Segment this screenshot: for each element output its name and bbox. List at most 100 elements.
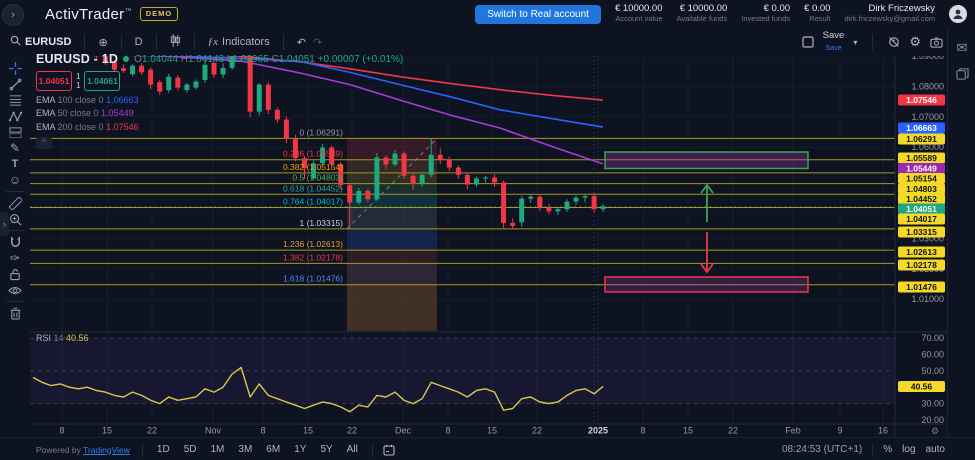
- range-1d[interactable]: 1D: [157, 444, 170, 455]
- person-icon: [952, 8, 964, 20]
- compare-add-button[interactable]: ⊕: [98, 36, 107, 49]
- axis-settings-gear-icon[interactable]: ⚙: [931, 426, 939, 436]
- symbol-search[interactable]: EURUSD: [10, 35, 71, 49]
- crosshair-icon[interactable]: [4, 60, 26, 76]
- magnet-icon[interactable]: [4, 234, 26, 250]
- target-rect-up[interactable]: [605, 152, 808, 169]
- stat-label: Result: [804, 14, 830, 24]
- time-axis-label[interactable]: 22: [347, 426, 357, 436]
- stat-value: € 0.00: [741, 4, 790, 14]
- undo-icon[interactable]: ↶: [297, 36, 306, 49]
- menu-collapse-icon[interactable]: ›: [2, 4, 24, 26]
- candle-body: [465, 175, 470, 185]
- trend-icon[interactable]: [4, 76, 26, 92]
- time-axis-label[interactable]: 8: [59, 426, 64, 436]
- price-badge-text: 1.02178: [906, 260, 937, 270]
- time-axis-label[interactable]: 22: [147, 426, 157, 436]
- layout-icon[interactable]: [802, 36, 814, 48]
- rsi-axis-label: 20.00: [921, 415, 944, 425]
- range-5y[interactable]: 5Y: [320, 444, 332, 455]
- drawpin-icon[interactable]: ✑: [4, 250, 26, 266]
- avatar[interactable]: [949, 5, 967, 23]
- pattern-icon[interactable]: [4, 108, 26, 124]
- time-axis-label[interactable]: 15: [487, 426, 497, 436]
- position-icon[interactable]: [4, 124, 26, 140]
- range-5d[interactable]: 5D: [184, 444, 197, 455]
- time-axis-label[interactable]: Dec: [395, 426, 412, 436]
- chart-style-button[interactable]: [170, 34, 181, 50]
- range-all[interactable]: All: [347, 444, 358, 455]
- camera-icon[interactable]: [930, 37, 943, 48]
- chevron-down-icon[interactable]: ▾: [853, 38, 857, 47]
- indicators-button[interactable]: ƒx Indicators: [208, 36, 270, 48]
- alert-off-icon[interactable]: [888, 36, 900, 48]
- price-badge-text: 1.01476: [906, 282, 937, 292]
- range-6m[interactable]: 6M: [266, 444, 280, 455]
- candle-body: [519, 199, 524, 223]
- price-badge-text: 1.03315: [906, 227, 937, 237]
- time-axis-label[interactable]: 22: [728, 426, 738, 436]
- ruler-icon[interactable]: [4, 195, 26, 211]
- save-button[interactable]: Save Save: [823, 31, 845, 53]
- price-badge-text: 1.06663: [906, 123, 937, 133]
- timeframe-button[interactable]: D: [135, 36, 143, 48]
- rail-collapse-icon[interactable]: ›: [0, 212, 9, 236]
- time-axis-label[interactable]: 22: [532, 426, 542, 436]
- lock-icon[interactable]: [4, 266, 26, 282]
- fib-label: 0.618 (1.04452): [283, 183, 343, 193]
- target-rect-down[interactable]: [605, 277, 808, 292]
- tradingview-link[interactable]: TradingView: [83, 445, 130, 455]
- candle-body: [592, 196, 597, 209]
- trash-icon[interactable]: [4, 305, 26, 321]
- range-1m[interactable]: 1M: [210, 444, 224, 455]
- time-axis-label[interactable]: 8: [640, 426, 645, 436]
- ema-legend-row[interactable]: EMA 100 close 0 1.06663: [36, 95, 403, 105]
- time-axis-label[interactable]: 15: [303, 426, 313, 436]
- legend-collapse-button[interactable]: ^: [36, 137, 52, 149]
- time-axis-label[interactable]: Nov: [205, 426, 222, 436]
- brush-icon[interactable]: ✎: [4, 140, 26, 156]
- ema-legend-row[interactable]: EMA 50 close 0 1.05449: [36, 108, 403, 118]
- fiblines-icon[interactable]: [4, 92, 26, 108]
- price-axis-label: 1.08000: [911, 81, 944, 91]
- range-buttons: 1D 5D 1M 3M 6M 1Y 5Y All: [157, 444, 358, 455]
- time-axis-label[interactable]: 9: [837, 426, 842, 436]
- sell-button[interactable]: 1.04051: [36, 71, 72, 91]
- range-1y[interactable]: 1Y: [294, 444, 306, 455]
- ohlc-values: O1.04044 H1.04143 L1.03965 C1.04051 +0.0…: [134, 54, 403, 65]
- candle-body: [555, 209, 560, 211]
- time-axis-label[interactable]: 2025: [588, 426, 608, 436]
- buy-button[interactable]: 1.04061: [84, 71, 120, 91]
- rsi-axis-label: 70.00: [921, 333, 944, 343]
- price-badge-text: 1.04452: [906, 194, 937, 204]
- activtrader-app: › ActivTrader™ DEMO Switch to Real accou…: [0, 0, 975, 460]
- candle-body: [583, 196, 588, 198]
- envelope-icon[interactable]: ✉: [957, 40, 968, 56]
- redo-icon[interactable]: ↷: [313, 36, 322, 49]
- fib-band: [347, 207, 437, 228]
- switch-to-real-button[interactable]: Switch to Real account: [475, 5, 601, 24]
- textT-icon[interactable]: T: [4, 156, 26, 172]
- gear-icon[interactable]: ⚙: [909, 34, 921, 50]
- ema-legend-row[interactable]: EMA 200 close 0 1.07546: [36, 122, 403, 132]
- time-axis-label[interactable]: 15: [102, 426, 112, 436]
- time-axis-label[interactable]: 16: [878, 426, 888, 436]
- fib-label: 0.236 (1.05589): [283, 149, 343, 159]
- time-axis-label[interactable]: 8: [445, 426, 450, 436]
- time-axis-label[interactable]: 8: [260, 426, 265, 436]
- news-icon[interactable]: [956, 68, 969, 83]
- price-badge-text: 1.06291: [906, 134, 937, 144]
- chart-legend: EURUSD - 1D O1.04044 H1.04143 L1.03965 C…: [36, 52, 403, 149]
- go-to-date-icon[interactable]: [383, 444, 395, 456]
- eye-icon[interactable]: [4, 282, 26, 298]
- time-axis-label[interactable]: Feb: [785, 426, 801, 436]
- time-axis-label[interactable]: 15: [683, 426, 693, 436]
- percent-scale-button[interactable]: %: [883, 444, 892, 455]
- log-scale-button[interactable]: log: [902, 444, 915, 455]
- clock[interactable]: 08:24:53 (UTC+1): [782, 444, 862, 455]
- auto-scale-button[interactable]: auto: [926, 444, 945, 455]
- range-3m[interactable]: 3M: [238, 444, 252, 455]
- price-badge-text: 1.05589: [906, 153, 937, 163]
- emoji-icon[interactable]: ☺: [4, 172, 26, 188]
- candlestick-icon: [170, 34, 181, 50]
